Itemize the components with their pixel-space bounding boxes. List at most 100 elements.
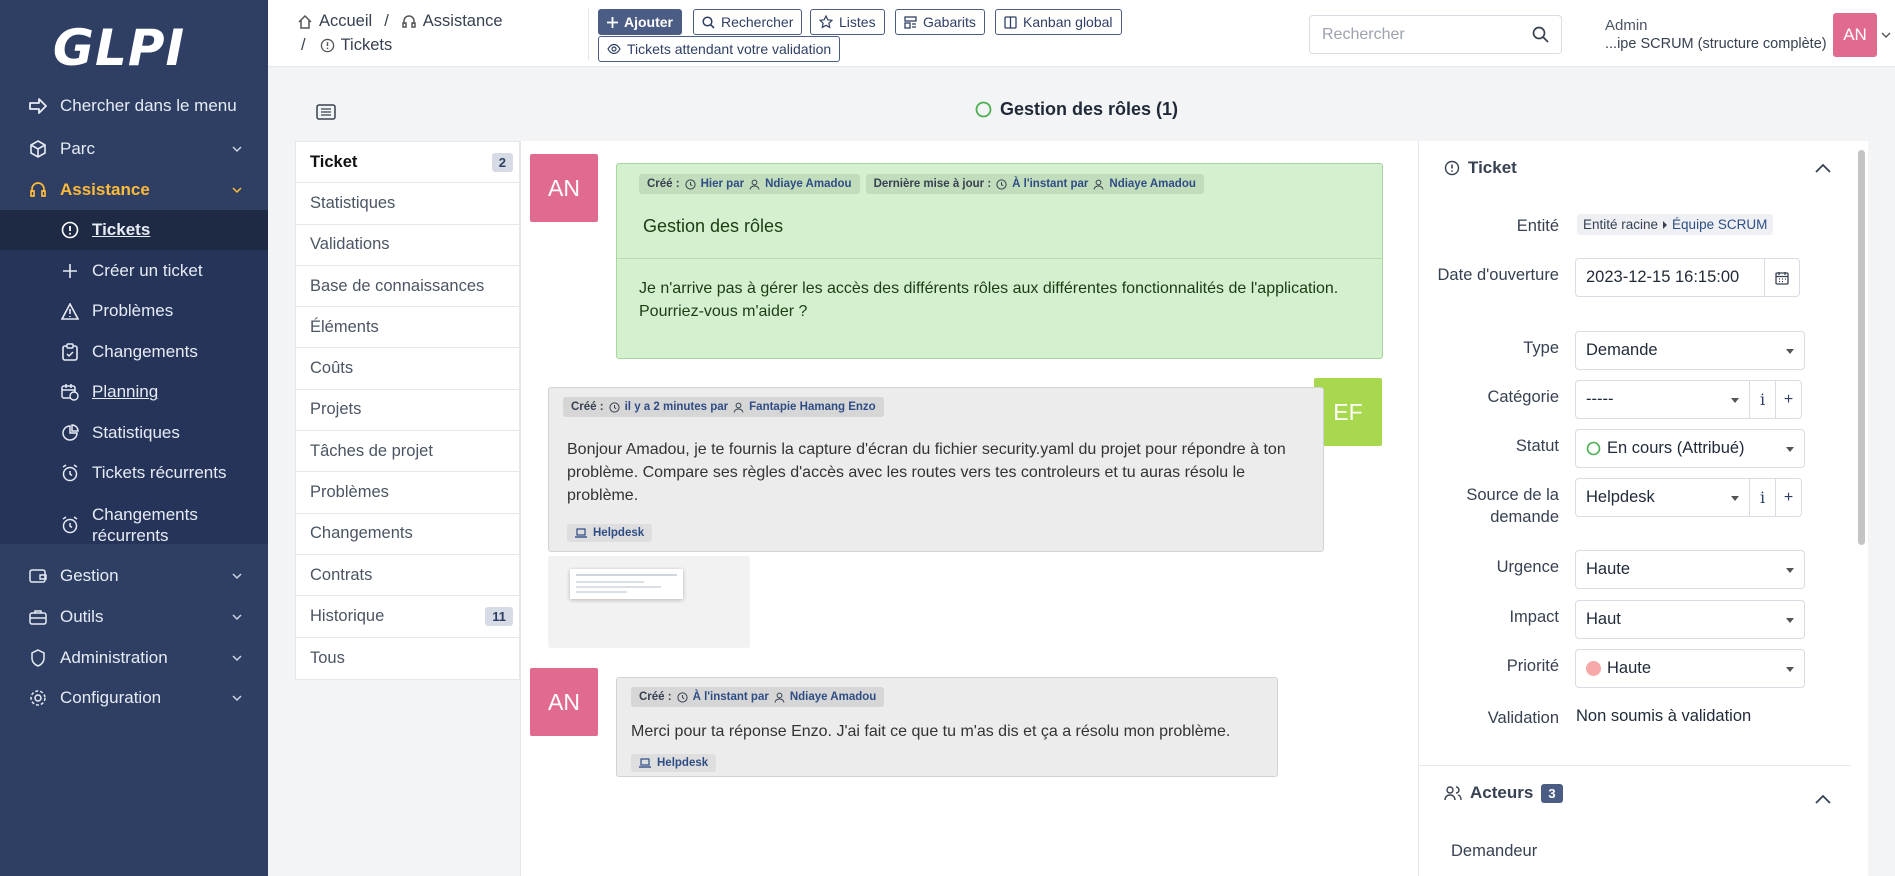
add-button[interactable]: Ajouter	[598, 9, 682, 35]
chart-pie-icon	[60, 423, 80, 443]
source-add-button[interactable]: +	[1775, 478, 1802, 517]
tab-all[interactable]: Tous	[296, 638, 519, 679]
priority-select[interactable]: Haute	[1575, 649, 1805, 688]
sidebar-item-administration[interactable]: Administration	[0, 640, 268, 676]
author-link[interactable]: Ndiaye Amadou	[790, 691, 876, 703]
avatar: EF	[1314, 378, 1382, 446]
ticket-tabs: Ticket 2 Statistiques Validations Base de…	[295, 141, 520, 680]
opening-date-input[interactable]: 2023-12-15 16:15:00	[1575, 258, 1765, 297]
toggle-panel-icon[interactable]	[316, 104, 336, 120]
sidebar-item-changes[interactable]: Changements	[0, 333, 268, 371]
breadcrumb-tickets[interactable]: Tickets	[341, 36, 393, 55]
tab-history[interactable]: Historique 11	[296, 596, 519, 638]
tab-validations[interactable]: Validations	[296, 225, 519, 266]
sidebar-item-recurrent-changes[interactable]: Changements récurrents	[0, 498, 268, 552]
search-button[interactable]: Rechercher	[693, 9, 803, 35]
tab-count-badge: 2	[491, 152, 513, 172]
sidebar-item-problems[interactable]: Problèmes	[0, 292, 268, 330]
alarm-clock-icon	[60, 515, 80, 535]
laptop-icon	[639, 758, 651, 768]
item-meta: Créé : il y a 2 minutes par Fantapie Ham…	[563, 397, 884, 417]
shield-icon	[28, 648, 48, 668]
followup-content: Merci pour ta réponse Enzo. J'ai fait ce…	[631, 723, 1231, 740]
category-select[interactable]: -----	[1575, 380, 1750, 419]
urgency-label: Urgence	[1496, 558, 1559, 576]
sidebar-item-parc[interactable]: Parc	[0, 131, 268, 167]
breadcrumb-home[interactable]: Accueil	[319, 12, 372, 31]
tab-statistics[interactable]: Statistiques	[296, 183, 519, 225]
tab-changes[interactable]: Changements	[296, 514, 519, 555]
tab-project-tasks[interactable]: Tâches de projet	[296, 431, 519, 473]
attachment-thumbnail[interactable]	[548, 556, 750, 648]
followup: Créé : il y a 2 minutes par Fantapie Ham…	[548, 387, 1324, 552]
sidebar-item-assistance[interactable]: Assistance	[0, 172, 268, 208]
chevron-up-icon[interactable]	[1815, 163, 1831, 173]
scrollbar[interactable]	[1858, 150, 1865, 545]
alert-circle-icon	[320, 38, 334, 53]
menu-search[interactable]: Chercher dans le menu	[0, 88, 268, 124]
tab-items[interactable]: Éléments	[296, 307, 519, 349]
tab-costs[interactable]: Coûts	[296, 348, 519, 390]
entity-link[interactable]: Équipe SCRUM	[1672, 217, 1767, 232]
headset-icon	[402, 14, 416, 28]
sidebar-item-outils[interactable]: Outils	[0, 599, 268, 635]
actors-section-header[interactable]: Acteurs 3	[1444, 783, 1563, 803]
sidebar-item-tickets[interactable]: Tickets	[0, 210, 268, 250]
urgency-select[interactable]: Haute	[1575, 550, 1805, 589]
tab-projects[interactable]: Projets	[296, 390, 519, 432]
avatar[interactable]: AN	[1833, 13, 1877, 57]
category-info-button[interactable]: i	[1749, 380, 1776, 419]
validation-label: Validation	[1487, 709, 1559, 727]
type-select[interactable]: Demande	[1575, 331, 1805, 370]
user-icon	[733, 402, 744, 413]
tab-contracts[interactable]: Contrats	[296, 555, 519, 597]
glpi-logo[interactable]: GLPI	[0, 0, 268, 95]
tab-ticket[interactable]: Ticket 2	[296, 142, 519, 184]
request-source-select[interactable]: Helpdesk	[1575, 478, 1750, 517]
priority-label: Priorité	[1506, 657, 1559, 675]
chevron-down-icon	[232, 146, 242, 153]
author-link[interactable]: Ndiaye Amadou	[1109, 178, 1195, 190]
requester-label: Demandeur	[1451, 842, 1538, 860]
tab-problems[interactable]: Problèmes	[296, 472, 519, 514]
sidebar-item-create-ticket[interactable]: Créer un ticket	[0, 252, 268, 290]
search-icon[interactable]	[1532, 26, 1549, 43]
entity-label: Entité	[1516, 217, 1559, 235]
calendar-button[interactable]	[1764, 258, 1800, 297]
chevron-down-icon[interactable]	[1881, 31, 1891, 39]
status-select[interactable]: En cours (Attribué)	[1575, 429, 1805, 468]
sidebar-item-configuration[interactable]: Configuration	[0, 680, 268, 716]
sidebar-item-gestion[interactable]: Gestion	[0, 558, 268, 594]
eye-icon	[607, 43, 621, 55]
user-icon	[1093, 179, 1104, 190]
user-icon	[749, 179, 760, 190]
priority-dot-icon	[1586, 661, 1601, 676]
chevron-down-icon	[232, 573, 242, 580]
templates-button[interactable]: Gabarits	[895, 9, 985, 35]
user-menu[interactable]: Admin ...ipe SCRUM (structure complète)	[1605, 16, 1827, 54]
author-link[interactable]: Ndiaye Amadou	[765, 178, 851, 190]
author-link[interactable]: Fantapie Hamang Enzo	[749, 401, 876, 413]
category-add-button[interactable]: +	[1775, 380, 1802, 419]
user-entity: ...ipe SCRUM (structure complète)	[1605, 36, 1827, 52]
pending-validation-button[interactable]: Tickets attendant votre validation	[598, 36, 841, 62]
chevron-up-icon[interactable]	[1815, 794, 1831, 804]
breadcrumb-assistance[interactable]: Assistance	[423, 12, 503, 31]
alarm-clock-icon	[60, 463, 80, 483]
search-icon	[702, 15, 715, 29]
ticket-section-header[interactable]: Ticket	[1444, 158, 1517, 178]
source-badge[interactable]: Helpdesk	[631, 754, 717, 772]
source-info-button[interactable]: i	[1749, 478, 1776, 517]
sidebar-item-recurrent-tickets[interactable]: Tickets récurrents	[0, 453, 268, 493]
kanban-button[interactable]: Kanban global	[995, 9, 1122, 35]
divider	[1419, 765, 1851, 766]
global-search-input[interactable]: Rechercher	[1309, 15, 1562, 54]
source-badge[interactable]: Helpdesk	[567, 524, 653, 542]
clock-icon	[996, 178, 1007, 190]
tab-knowledge-base[interactable]: Base de connaissances	[296, 266, 519, 308]
sidebar-item-statistics[interactable]: Statistiques	[0, 414, 268, 452]
sidebar-item-planning[interactable]: Planning	[0, 373, 268, 411]
lists-button[interactable]: Listes	[810, 9, 885, 35]
impact-select[interactable]: Haut	[1575, 600, 1805, 639]
clock-icon	[685, 178, 696, 190]
